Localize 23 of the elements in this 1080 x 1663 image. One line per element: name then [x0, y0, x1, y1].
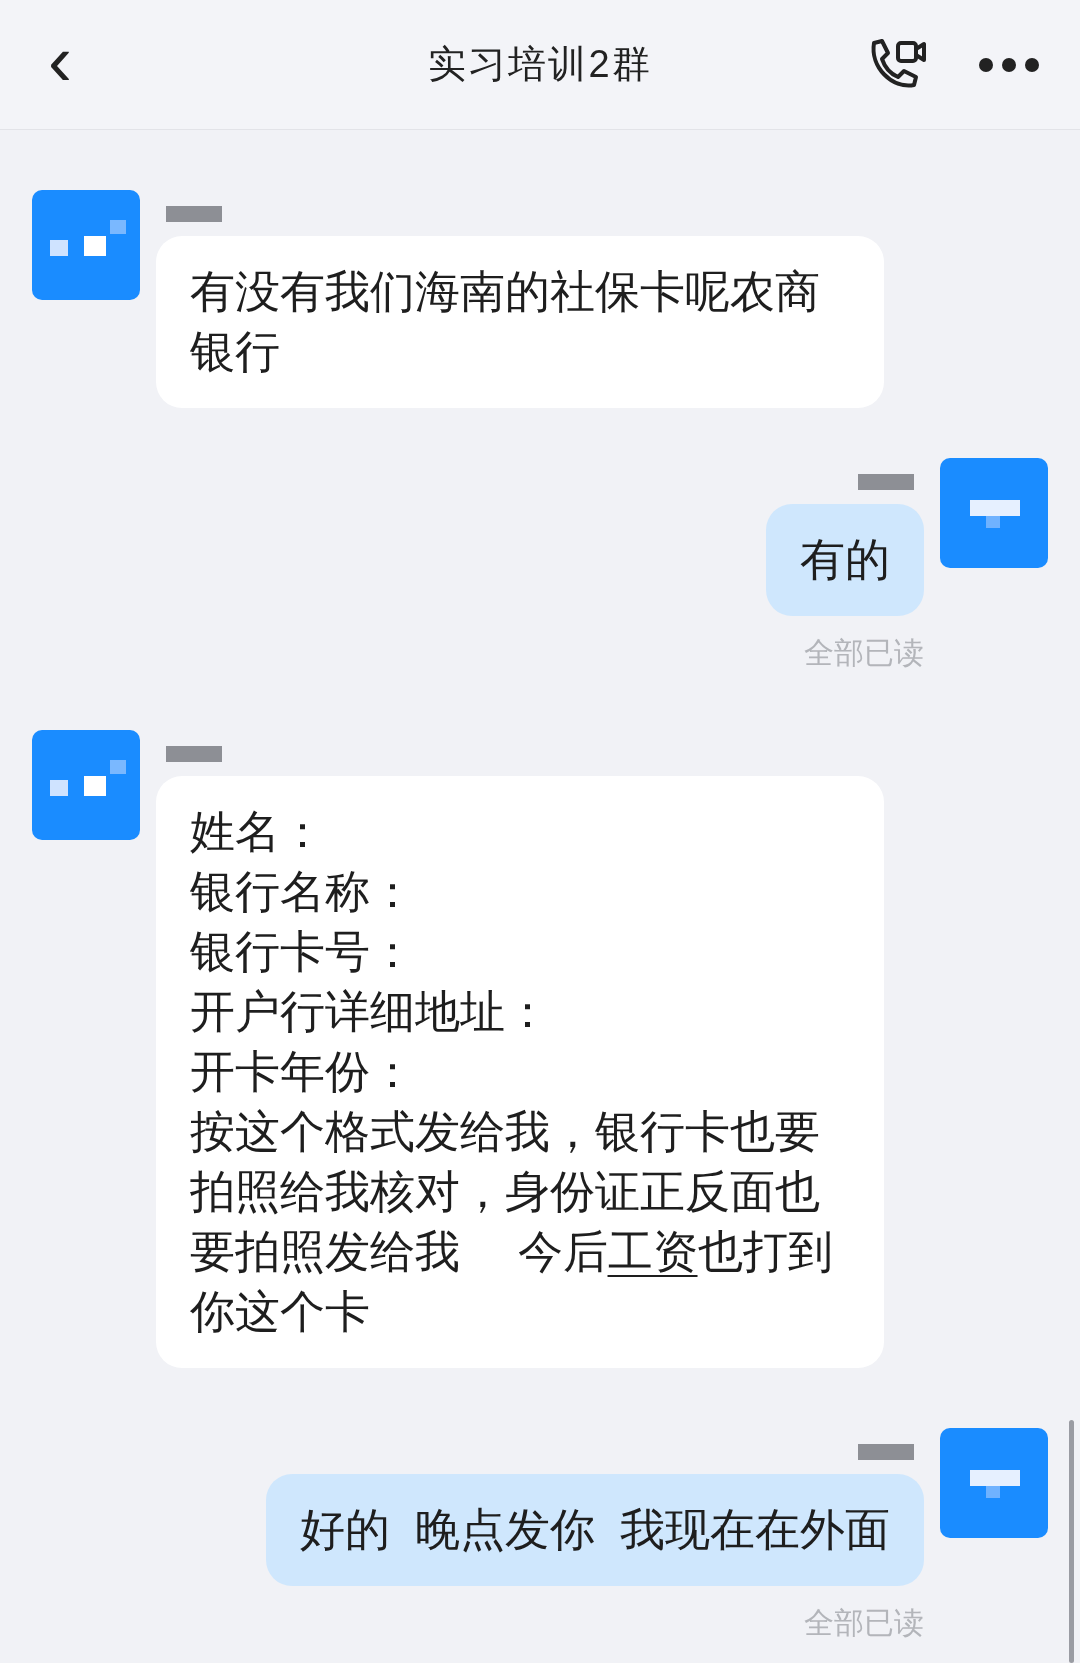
read-receipt: 全部已读 [804, 1605, 924, 1641]
message-text: 好的 晚点发你 我现在在外面 [300, 1503, 890, 1557]
avatar[interactable] [940, 458, 1048, 568]
avatar[interactable] [32, 190, 140, 300]
message-text: 姓名： [190, 805, 326, 859]
avatar[interactable] [32, 730, 140, 840]
message-text: 有没有我们海南的社保卡呢农商银行 [190, 265, 821, 379]
keyword-link[interactable]: 工资 [607, 1226, 698, 1277]
more-icon[interactable] [978, 56, 1040, 73]
blurred-name [858, 1444, 914, 1460]
blurred-name [166, 206, 222, 222]
chat-title: 实习培训2群 [428, 42, 652, 87]
message-text: 开卡年份： [190, 1045, 416, 1099]
back-button[interactable]: ‹ [40, 23, 80, 96]
blurred-name [858, 474, 914, 490]
message-text: 按这个格式发给我，银行卡也要拍照给我核对，身份证正反面也要拍照发给我 今后工资也打到你这个卡 [190, 1105, 834, 1339]
avatar[interactable] [940, 1428, 1048, 1538]
blurred-name [166, 746, 222, 762]
message-text: 开户行详细地址： [190, 985, 551, 1039]
message-text: 银行卡号： [190, 925, 416, 979]
message-text: 银行名称： [190, 865, 416, 919]
read-receipt: 全部已读 [804, 635, 924, 671]
message-text: 有的 [800, 533, 890, 587]
